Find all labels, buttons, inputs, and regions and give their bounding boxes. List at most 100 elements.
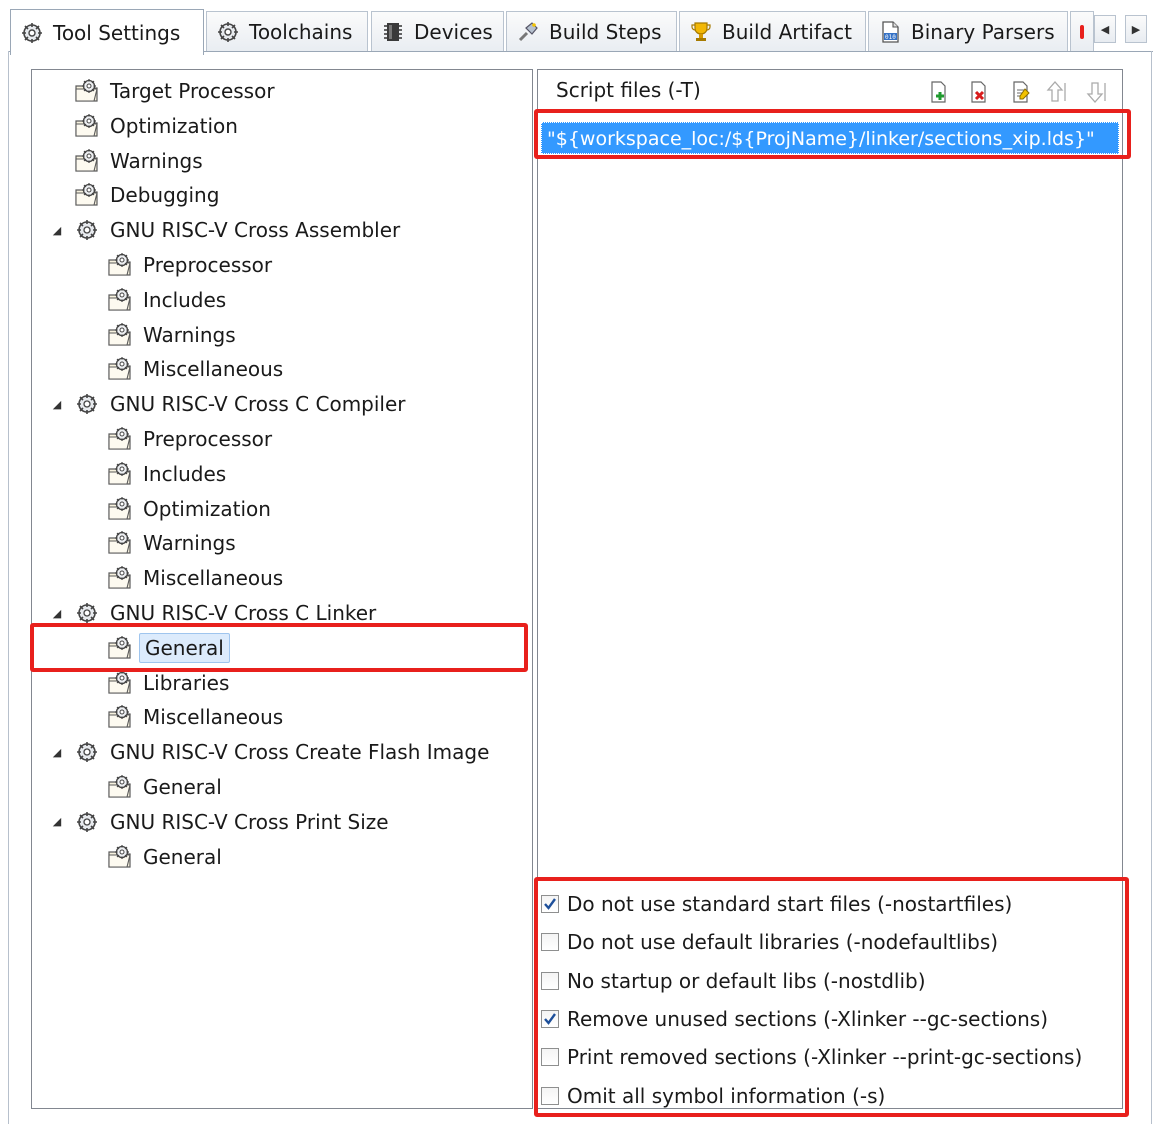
tree-item-label: Miscellaneous xyxy=(143,566,284,591)
tab-binary-parsers[interactable]: 010 Binary Parsers xyxy=(868,11,1068,51)
option-category-icon xyxy=(107,565,133,591)
tree-item-preprocessor[interactable]: Preprocessor xyxy=(32,248,532,282)
settings-panel: Script files (-T) "${workspace_loc:/${Pr… xyxy=(537,69,1123,1109)
expand-toggle-icon[interactable]: ◢ xyxy=(50,397,64,411)
tab-partial-icon xyxy=(1080,24,1084,39)
add-button[interactable] xyxy=(926,80,950,104)
tree-item-warnings[interactable]: Warnings xyxy=(32,526,532,560)
option-category-icon xyxy=(107,461,133,487)
binary-parsers-icon: 010 xyxy=(879,20,901,43)
tab-label: Build Steps xyxy=(549,19,662,44)
tool-gear-icon xyxy=(74,391,100,417)
move-up-button[interactable] xyxy=(1044,80,1068,104)
tab-label: Build Artifact xyxy=(722,19,852,44)
tool-gear-icon xyxy=(74,600,100,626)
frame-border-right xyxy=(1151,51,1152,1124)
tree-item-gnu-risc-v-cross-c-linker[interactable]: ◢ GNU RISC-V Cross C Linker xyxy=(32,596,532,630)
option-category-icon xyxy=(107,322,133,348)
option-label: Do not use default libraries (-nodefault… xyxy=(567,930,999,955)
tree-item-gnu-risc-v-cross-c-compiler[interactable]: ◢ GNU RISC-V Cross C Compiler xyxy=(32,387,532,421)
tree-item-includes[interactable]: Includes xyxy=(32,283,532,317)
option-omit-all-symbol-information-s[interactable]: Omit all symbol information (-s) xyxy=(541,1080,885,1112)
option-category-icon xyxy=(107,252,133,278)
tab-scroll-left-button[interactable]: ◀ xyxy=(1094,15,1116,43)
tree-item-libraries[interactable]: Libraries xyxy=(32,666,532,700)
checkbox[interactable] xyxy=(541,971,559,990)
tree-item-includes[interactable]: Includes xyxy=(32,457,532,491)
tool-settings-icon xyxy=(21,22,43,44)
tab-build-artifact[interactable]: Build Artifact xyxy=(679,11,866,51)
move-down-icon xyxy=(1086,82,1106,103)
tree-item-gnu-risc-v-cross-print-size[interactable]: ◢ GNU RISC-V Cross Print Size xyxy=(32,805,532,839)
tree-item-label: Miscellaneous xyxy=(143,357,284,382)
option-label: Print removed sections (-Xlinker --print… xyxy=(567,1045,1083,1070)
tree-item-label: Debugging xyxy=(110,183,220,208)
script-files-title: Script files (-T) xyxy=(556,78,701,102)
tab-overflow-partial[interactable] xyxy=(1070,11,1094,51)
tree-item-warnings[interactable]: Warnings xyxy=(32,318,532,352)
option-category-icon xyxy=(107,496,133,522)
settings-tree[interactable]: Target Processor Optimization Warnings Debu… xyxy=(31,69,533,1109)
tree-item-preprocessor[interactable]: Preprocessor xyxy=(32,422,532,456)
checkbox[interactable] xyxy=(541,895,559,913)
tree-item-miscellaneous[interactable]: Miscellaneous xyxy=(32,700,532,734)
tab-label: Tool Settings xyxy=(53,20,181,45)
move-down-button[interactable] xyxy=(1084,80,1108,104)
tree-item-general[interactable]: General xyxy=(32,770,532,804)
tab-toolchains[interactable]: Toolchains xyxy=(206,11,368,51)
tree-item-label: GNU RISC-V Cross Assembler xyxy=(110,218,401,243)
tree-item-gnu-risc-v-cross-create-flash-image[interactable]: ◢ GNU RISC-V Cross Create Flash Image xyxy=(32,735,532,769)
option-no-startup-or-default-libs-nostdlib[interactable]: No startup or default libs (-nostdlib) xyxy=(541,965,926,997)
tree-item-label: Warnings xyxy=(143,531,236,556)
tree-item-optimization[interactable]: Optimization xyxy=(32,109,532,143)
tab-label: Toolchains xyxy=(249,19,353,44)
tree-item-general[interactable]: General xyxy=(32,840,532,874)
expand-toggle-icon[interactable]: ◢ xyxy=(50,223,64,237)
tree-item-label: Includes xyxy=(143,461,227,486)
tree-item-general[interactable]: General xyxy=(32,631,532,665)
tab-devices[interactable]: Devices xyxy=(371,11,504,51)
build-steps-icon xyxy=(517,21,539,43)
tree-item-label: GNU RISC-V Cross C Compiler xyxy=(110,392,406,417)
tree-item-label: Libraries xyxy=(143,670,230,695)
tree-item-label: General xyxy=(143,844,222,869)
checkbox[interactable] xyxy=(541,1009,559,1028)
checkbox[interactable] xyxy=(541,1048,559,1067)
tree-item-label: Miscellaneous xyxy=(143,705,284,730)
option-category-icon xyxy=(107,426,133,452)
checkbox[interactable] xyxy=(541,1086,559,1105)
checkbox[interactable] xyxy=(541,933,559,952)
tree-item-target-processor[interactable]: Target Processor xyxy=(32,74,532,108)
checkmark-icon xyxy=(544,898,556,910)
delete-button[interactable] xyxy=(966,80,990,104)
toolchains-icon xyxy=(217,21,239,43)
option-do-not-use-standard-start-files-nostartf[interactable]: Do not use standard start files (-nostar… xyxy=(541,888,1012,920)
tree-item-label: Target Processor xyxy=(110,79,275,103)
option-category-icon xyxy=(74,113,100,139)
expand-toggle-icon[interactable]: ◢ xyxy=(50,606,64,620)
tree-item-miscellaneous[interactable]: Miscellaneous xyxy=(32,561,532,595)
tab-build-steps[interactable]: Build Steps xyxy=(506,11,677,51)
tree-item-optimization[interactable]: Optimization xyxy=(32,492,532,526)
tree-item-debugging[interactable]: Debugging xyxy=(32,178,532,212)
tab-scroll-right-button[interactable]: ▶ xyxy=(1125,15,1147,43)
option-label: Remove unused sections (-Xlinker --gc-se… xyxy=(567,1006,1048,1031)
option-label: Do not use standard start files (-nostar… xyxy=(567,892,1013,916)
option-remove-unused-sections-xlinker-gc-sectio[interactable]: Remove unused sections (-Xlinker --gc-se… xyxy=(541,1003,1048,1035)
edit-button[interactable] xyxy=(1008,80,1032,104)
option-do-not-use-default-libraries-nodefaultli[interactable]: Do not use default libraries (-nodefault… xyxy=(541,926,998,958)
tree-item-miscellaneous[interactable]: Miscellaneous xyxy=(32,352,532,386)
tree-item-warnings[interactable]: Warnings xyxy=(32,144,532,178)
expand-toggle-icon[interactable]: ◢ xyxy=(50,745,64,759)
option-print-removed-sections-xlinker-print-gc-[interactable]: Print removed sections (-Xlinker --print… xyxy=(541,1041,1082,1073)
tool-gear-icon xyxy=(74,739,100,765)
chevron-left-icon: ◀ xyxy=(1100,22,1110,36)
edit-icon xyxy=(1013,81,1030,103)
script-file-item[interactable]: "${workspace_loc:/${ProjName}/linker/sec… xyxy=(541,122,1119,154)
tree-item-label: Preprocessor xyxy=(143,427,273,451)
tab-tool-settings[interactable]: Tool Settings xyxy=(10,9,204,55)
option-category-icon xyxy=(74,78,100,104)
tree-item-gnu-risc-v-cross-assembler[interactable]: ◢ GNU RISC-V Cross Assembler xyxy=(32,213,532,247)
expand-toggle-icon[interactable]: ◢ xyxy=(50,815,64,829)
tree-item-label: Includes xyxy=(143,287,227,312)
